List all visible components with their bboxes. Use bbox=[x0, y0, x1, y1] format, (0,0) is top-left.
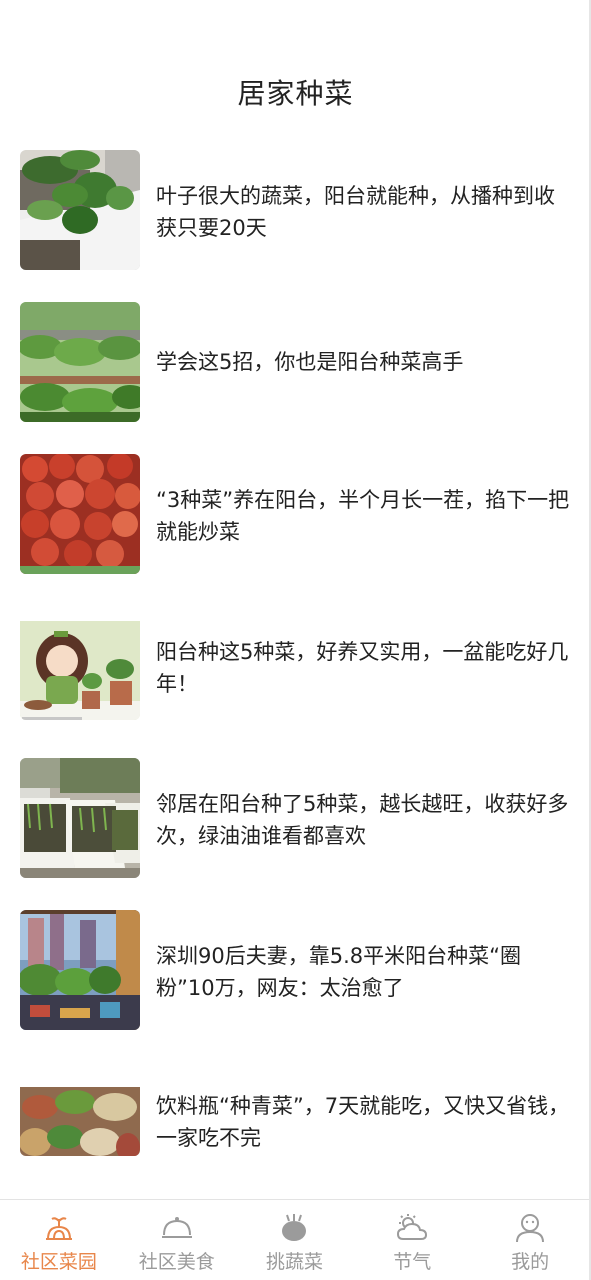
tab-label: 社区菜园 bbox=[20, 1251, 97, 1273]
article-title: 邻居在阳台种了5种菜，越长越旺，收获好多次，绿油油谁看都喜欢 bbox=[156, 792, 569, 848]
article-item[interactable]: 叶子很大的蔬菜，阳台就能种，从播种到收获只要20天 bbox=[0, 150, 591, 302]
article-title: 饮料瓶“种青菜”，7天就能吃，又快又省钱，一家吃不完 bbox=[156, 1094, 570, 1150]
article-thumbnail bbox=[20, 758, 140, 878]
article-item[interactable]: 学会这5招，你也是阳台种菜高手 bbox=[0, 302, 591, 454]
tab-community-food[interactable]: 社区美食 bbox=[118, 1200, 236, 1280]
article-title: “3种菜”养在阳台，半个月长一茬，掐下一把就能炒菜 bbox=[156, 488, 570, 544]
weather-icon bbox=[397, 1214, 428, 1240]
tab-label: 节气 bbox=[393, 1251, 432, 1273]
profile-icon bbox=[516, 1214, 545, 1243]
article-thumbnail bbox=[20, 614, 140, 720]
article-thumbnail bbox=[20, 454, 140, 574]
tab-pick-vegetables[interactable]: 挑蔬菜 bbox=[236, 1200, 354, 1280]
article-thumbnail bbox=[20, 302, 140, 422]
vegetable-icon bbox=[282, 1214, 307, 1241]
article-item[interactable]: “3种菜”养在阳台，半个月长一茬，掐下一把就能炒菜 bbox=[0, 454, 591, 606]
bottom-tab-bar: 社区菜园 社区美食 挑蔬菜 节气 我的 bbox=[0, 1199, 589, 1280]
page-title: 居家种菜 bbox=[237, 77, 354, 110]
tab-solar-terms[interactable]: 节气 bbox=[353, 1200, 471, 1280]
tab-profile[interactable]: 我的 bbox=[471, 1200, 589, 1280]
article-title: 深圳90后夫妻，靠5.8平米阳台种菜“圈粉”10万，网友：太治愈了 bbox=[156, 944, 521, 1000]
article-item[interactable]: 饮料瓶“种青菜”，7天就能吃，又快又省钱，一家吃不完 bbox=[0, 1062, 591, 1214]
article-item[interactable]: 阳台种这5种菜，好养又实用，一盆能吃好几年！ bbox=[0, 606, 591, 758]
article-thumbnail bbox=[20, 910, 140, 1030]
dish-cover-icon bbox=[161, 1217, 192, 1238]
article-item[interactable]: 邻居在阳台种了5种菜，越长越旺，收获好多次，绿油油谁看都喜欢 bbox=[0, 758, 591, 910]
article-thumbnail bbox=[20, 150, 140, 270]
article-title: 叶子很大的蔬菜，阳台就能种，从播种到收获只要20天 bbox=[156, 184, 555, 240]
tab-label: 社区美食 bbox=[138, 1251, 215, 1273]
article-title: 阳台种这5种菜，好养又实用，一盆能吃好几年！ bbox=[156, 640, 569, 696]
article-item[interactable]: 深圳90后夫妻，靠5.8平米阳台种菜“圈粉”10万，网友：太治愈了 bbox=[0, 910, 591, 1062]
article-thumbnail bbox=[20, 1070, 140, 1156]
tab-label: 我的 bbox=[511, 1251, 550, 1273]
tab-community-garden[interactable]: 社区菜园 bbox=[0, 1200, 118, 1280]
garden-icon bbox=[45, 1217, 72, 1240]
tab-label: 挑蔬菜 bbox=[265, 1251, 323, 1273]
article-title: 学会这5招，你也是阳台种菜高手 bbox=[156, 350, 464, 374]
article-list: 叶子很大的蔬菜，阳台就能种，从播种到收获只要20天 学会这5招，你也是阳台种菜高… bbox=[0, 150, 591, 1214]
